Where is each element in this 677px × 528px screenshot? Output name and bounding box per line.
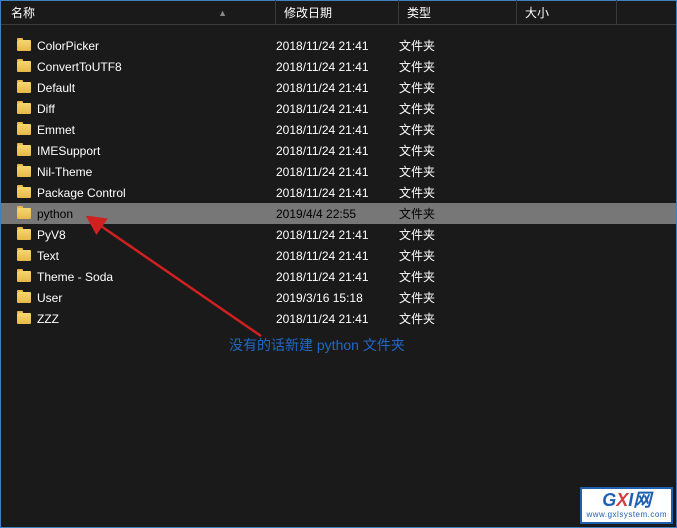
folder-icon [17,124,31,135]
column-header-type[interactable]: 类型 [399,0,517,25]
folder-icon [17,166,31,177]
file-name: User [37,291,62,305]
file-name: Default [37,81,75,95]
file-date: 2019/3/16 15:18 [276,291,399,305]
file-row[interactable]: Emmet 2018/11/24 21:41文件夹 [1,119,676,140]
file-type: 文件夹 [399,142,517,159]
file-date: 2018/11/24 21:41 [276,186,399,200]
column-label-size: 大小 [525,4,549,21]
file-type: 文件夹 [399,289,517,306]
file-type: 文件夹 [399,100,517,117]
file-name: ConvertToUTF8 [37,60,122,74]
column-header-size[interactable]: 大小 [517,0,617,25]
file-type: 文件夹 [399,226,517,243]
file-type: 文件夹 [399,205,517,222]
file-date: 2018/11/24 21:41 [276,249,399,263]
file-date: 2018/11/24 21:41 [276,123,399,137]
folder-icon [17,145,31,156]
file-list: ColorPicker2018/11/24 21:41文件夹ConvertToU… [1,25,676,329]
annotation-text: 没有的话新建 python 文件夹 [229,335,405,355]
file-row[interactable]: python 2019/4/4 22:55文件夹 [1,203,676,224]
column-header-row: 名称 ▲ 修改日期 类型 大小 [1,1,676,25]
folder-icon [17,187,31,198]
file-name: PyV8 [37,228,66,242]
file-date: 2018/11/24 21:41 [276,228,399,242]
folder-icon [17,229,31,240]
file-date: 2018/11/24 21:41 [276,81,399,95]
file-row[interactable]: Package Control 2018/11/24 21:41文件夹 [1,182,676,203]
file-type: 文件夹 [399,121,517,138]
file-row[interactable]: Theme - Soda 2018/11/24 21:41文件夹 [1,266,676,287]
file-type: 文件夹 [399,58,517,75]
file-name: Nil-Theme [37,165,92,179]
file-row[interactable]: Default 2018/11/24 21:41文件夹 [1,77,676,98]
file-date: 2018/11/24 21:41 [276,102,399,116]
watermark-brand: GXI网 [602,491,651,511]
folder-icon [17,313,31,324]
folder-icon [17,208,31,219]
watermark: GXI网 www.gxlsystem.com [580,487,673,524]
file-name: Text [37,249,59,263]
folder-icon [17,250,31,261]
file-row[interactable]: Diff 2018/11/24 21:41文件夹 [1,98,676,119]
file-row[interactable]: ConvertToUTF8 2018/11/24 21:41文件夹 [1,56,676,77]
file-row[interactable]: Text 2018/11/24 21:41文件夹 [1,245,676,266]
file-name: IMESupport [37,144,100,158]
sort-ascending-icon: ▲ [218,8,227,18]
column-header-date[interactable]: 修改日期 [276,0,399,25]
file-name: Diff [37,102,55,116]
file-date: 2018/11/24 21:41 [276,60,399,74]
file-date: 2018/11/24 21:41 [276,144,399,158]
folder-icon [17,103,31,114]
file-name: python [37,207,73,221]
file-row[interactable]: IMESupport 2018/11/24 21:41文件夹 [1,140,676,161]
column-header-name[interactable]: 名称 ▲ [3,0,276,25]
file-date: 2018/11/24 21:41 [276,270,399,284]
column-label-date: 修改日期 [284,4,332,21]
file-date: 2018/11/24 21:41 [276,165,399,179]
file-type: 文件夹 [399,79,517,96]
file-row[interactable]: User 2019/3/16 15:18文件夹 [1,287,676,308]
file-date: 2019/4/4 22:55 [276,207,399,221]
folder-icon [17,292,31,303]
file-row[interactable]: PyV8 2018/11/24 21:41文件夹 [1,224,676,245]
file-row[interactable]: Nil-Theme 2018/11/24 21:41文件夹 [1,161,676,182]
column-label-type: 类型 [407,4,431,21]
folder-icon [17,271,31,282]
file-name: Theme - Soda [37,270,113,284]
file-type: 文件夹 [399,310,517,327]
file-name: ZZZ [37,312,59,326]
column-label-name: 名称 [11,4,35,21]
watermark-url: www.gxlsystem.com [586,511,667,520]
file-date: 2018/11/24 21:41 [276,39,399,53]
file-name: Package Control [37,186,126,200]
file-name: ColorPicker [37,39,99,53]
file-date: 2018/11/24 21:41 [276,312,399,326]
file-row[interactable]: ZZZ 2018/11/24 21:41文件夹 [1,308,676,329]
file-type: 文件夹 [399,184,517,201]
file-row[interactable]: ColorPicker 2018/11/24 21:41文件夹 [1,35,676,56]
folder-icon [17,40,31,51]
folder-icon [17,61,31,72]
file-type: 文件夹 [399,247,517,264]
file-type: 文件夹 [399,268,517,285]
file-type: 文件夹 [399,163,517,180]
folder-icon [17,82,31,93]
file-type: 文件夹 [399,37,517,54]
file-name: Emmet [37,123,75,137]
